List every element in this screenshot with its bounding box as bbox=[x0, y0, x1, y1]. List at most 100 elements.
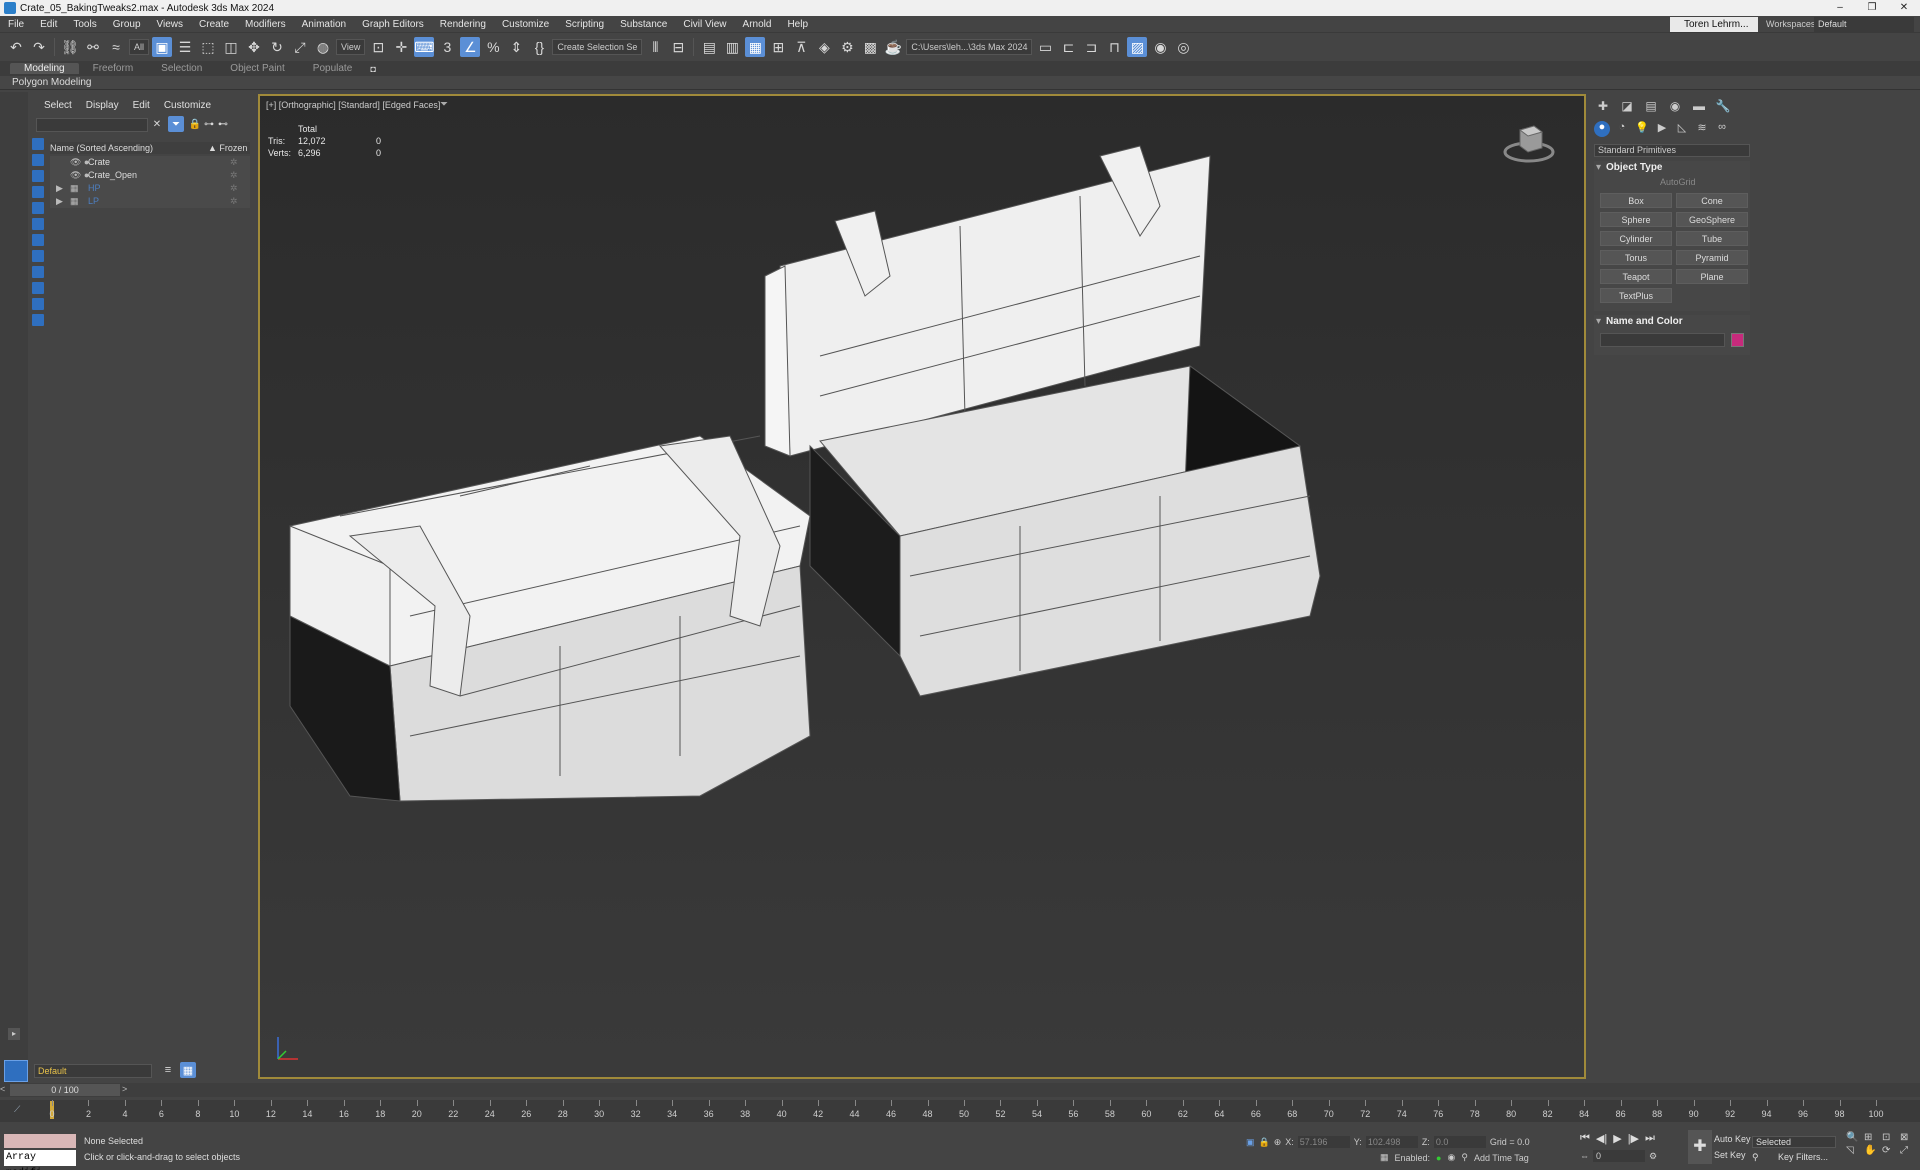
group-icon[interactable]: ▦ bbox=[70, 195, 79, 208]
display-frozen-icon[interactable] bbox=[32, 314, 44, 326]
frozen-toggle-icon[interactable]: ✲ bbox=[230, 156, 238, 169]
ribbon-tab-object-paint[interactable]: Object Paint bbox=[216, 63, 298, 74]
key-filters-button[interactable]: Key Filters... bbox=[1778, 1152, 1828, 1162]
primitive-category-dropdown[interactable]: Standard Primitives bbox=[1594, 144, 1750, 157]
pan-icon[interactable]: ✋ bbox=[1864, 1145, 1880, 1156]
next-frame-icon[interactable]: |▶ bbox=[1628, 1132, 1639, 1145]
menu-file[interactable]: File bbox=[0, 19, 32, 30]
menu-substance[interactable]: Substance bbox=[612, 19, 675, 30]
explorer-menu-select[interactable]: Select bbox=[44, 100, 72, 111]
zoom-icon[interactable]: 🔍 bbox=[1846, 1132, 1862, 1143]
redo-icon[interactable]: ↷ bbox=[29, 37, 49, 57]
plane-button[interactable]: Plane bbox=[1676, 269, 1748, 284]
menu-views[interactable]: Views bbox=[149, 19, 192, 30]
rectangular-selection-icon[interactable]: ⬚ bbox=[198, 37, 218, 57]
go-to-start-icon[interactable]: ⏮ bbox=[1580, 1132, 1590, 1145]
enabled-indicator-icon[interactable]: ● bbox=[1436, 1153, 1441, 1163]
snaps-toggle-icon[interactable]: 3 bbox=[437, 37, 457, 57]
zoom-extents-all-icon[interactable]: ⊠ bbox=[1900, 1132, 1916, 1143]
project-path-dropdown[interactable]: C:\Users\leh...\3ds Max 2024 bbox=[906, 39, 1033, 55]
perspective-viewport[interactable]: [+] [Orthographic] [Standard] [Edged Fac… bbox=[258, 94, 1586, 1079]
bind-space-warp-icon[interactable]: ≈ bbox=[106, 37, 126, 57]
cone-button[interactable]: Cone bbox=[1676, 193, 1748, 208]
render-production-icon[interactable]: ☕ bbox=[883, 37, 903, 57]
menu-create[interactable]: Create bbox=[191, 19, 237, 30]
zoom-extents-icon[interactable]: ⊡ bbox=[1882, 1132, 1898, 1143]
key-filters-icon[interactable]: ⚲ bbox=[1752, 1152, 1759, 1163]
layer-dropdown[interactable]: Default bbox=[34, 1064, 152, 1078]
maximize-viewport-icon[interactable]: ⤢ bbox=[1900, 1145, 1916, 1156]
expand-arrow-icon[interactable]: ▶ bbox=[56, 182, 63, 195]
viewport-layout-icon[interactable]: ▨ bbox=[1127, 37, 1148, 57]
go-to-end-icon[interactable]: ⏭ bbox=[1645, 1132, 1655, 1145]
crosshair-icon[interactable]: ✛ bbox=[391, 37, 411, 57]
rendered-frame-window-icon[interactable]: ▩ bbox=[860, 37, 880, 57]
object-type-title[interactable]: Object Type bbox=[1594, 161, 1750, 175]
x-coord-field[interactable]: 57.196 bbox=[1297, 1136, 1350, 1148]
explorer-menu-edit[interactable]: Edit bbox=[133, 100, 150, 111]
named-selection-dropdown[interactable]: Create Selection Se bbox=[552, 39, 643, 55]
y-coord-field[interactable]: 102.498 bbox=[1365, 1136, 1418, 1148]
modify-tab-icon[interactable]: ◪ bbox=[1618, 99, 1636, 115]
scene-explorer-icon[interactable]: ▤ bbox=[699, 37, 719, 57]
ribbon-polygon-modeling-panel[interactable]: Polygon Modeling bbox=[0, 76, 1920, 90]
orbit-icon[interactable]: ⟳ bbox=[1882, 1145, 1898, 1156]
time-tag-lock-icon[interactable]: ⚲ bbox=[1461, 1152, 1468, 1163]
ribbon-tab-selection[interactable]: Selection bbox=[147, 63, 216, 74]
sphere-button[interactable]: Sphere bbox=[1600, 212, 1672, 227]
maxscript-mini-listener[interactable]: Array modifi bbox=[4, 1150, 76, 1170]
menu-animation[interactable]: Animation bbox=[294, 19, 354, 30]
explorer-row[interactable]: ▶ ▦ LP ✲ bbox=[50, 195, 250, 208]
menu-civil-view[interactable]: Civil View bbox=[675, 19, 734, 30]
visibility-eye-icon[interactable]: 👁 ● bbox=[70, 156, 89, 169]
isolate-selection-icon[interactable]: ▣ bbox=[1246, 1137, 1255, 1148]
set-key-button[interactable]: Set Key bbox=[1714, 1150, 1746, 1160]
lock-selection-icon[interactable]: 🔒 bbox=[1259, 1137, 1270, 1148]
edit-named-selection-icon[interactable]: {} bbox=[529, 37, 549, 57]
curve-editor-icon[interactable]: ⊞ bbox=[768, 37, 788, 57]
column-frozen-header[interactable]: ▲ Frozen bbox=[208, 142, 247, 154]
close-button[interactable]: ✕ bbox=[1888, 0, 1920, 16]
arnold-render-icon[interactable]: ◉ bbox=[1150, 37, 1170, 57]
display-shapes-icon[interactable] bbox=[32, 154, 44, 166]
menu-help[interactable]: Help bbox=[779, 19, 816, 30]
lock-icon[interactable]: 🔒 bbox=[188, 116, 202, 132]
mini-curve-editor-icon[interactable]: ⟋ bbox=[14, 1104, 20, 1115]
set-key-plus-icon[interactable]: ✚ bbox=[1688, 1130, 1712, 1164]
filter-icon[interactable]: ⏷ bbox=[168, 116, 184, 132]
display-cameras-icon[interactable] bbox=[32, 186, 44, 198]
menu-rendering[interactable]: Rendering bbox=[432, 19, 494, 30]
expand-panel-icon[interactable]: ▸ bbox=[8, 1028, 20, 1040]
object-name-input[interactable] bbox=[1600, 333, 1725, 347]
explorer-row[interactable]: 👁 ● Crate_Open ✲ bbox=[50, 169, 250, 182]
undo-icon[interactable]: ↶ bbox=[6, 37, 26, 57]
layers-icon[interactable]: ⊷ bbox=[216, 116, 230, 132]
rotate-icon[interactable]: ↻ bbox=[267, 37, 287, 57]
ribbon-options-icon[interactable]: ◘ bbox=[366, 63, 380, 75]
display-geometry-icon[interactable] bbox=[32, 138, 44, 150]
hierarchy-icon[interactable]: ⊶ bbox=[202, 116, 216, 132]
add-time-tag[interactable]: Add Time Tag bbox=[1474, 1153, 1529, 1163]
menu-edit[interactable]: Edit bbox=[32, 19, 65, 30]
keyboard-shortcut-toggle-icon[interactable]: ⌨ bbox=[414, 37, 434, 57]
display-tab-icon[interactable]: ▬ bbox=[1690, 99, 1708, 115]
select-by-name-icon[interactable]: ☰ bbox=[175, 37, 195, 57]
utilities-tab-icon[interactable]: 🔧 bbox=[1714, 99, 1732, 115]
scene-explorer-toggle-icon[interactable] bbox=[4, 1060, 28, 1082]
explorer-row[interactable]: ▶ ▦ HP ✲ bbox=[50, 182, 250, 195]
play-icon[interactable]: ▶ bbox=[1613, 1132, 1621, 1145]
time-next-icon[interactable]: > bbox=[122, 1084, 127, 1094]
percent-snap-icon[interactable]: % bbox=[483, 37, 503, 57]
minimize-button[interactable]: – bbox=[1824, 0, 1856, 16]
pyramid-button[interactable]: Pyramid bbox=[1676, 250, 1748, 265]
shapes-icon[interactable]: ◔ bbox=[1614, 121, 1630, 137]
mirror-icon[interactable]: ⫴ bbox=[645, 37, 665, 57]
scale-icon[interactable]: ⤢ bbox=[290, 37, 310, 57]
angle-snap-icon[interactable]: ∠ bbox=[460, 37, 481, 57]
frozen-toggle-icon[interactable]: ✲ bbox=[230, 169, 238, 182]
display-helpers-icon[interactable] bbox=[32, 202, 44, 214]
display-xrefs-icon[interactable] bbox=[32, 250, 44, 262]
display-bones-icon[interactable] bbox=[32, 266, 44, 278]
placement-icon[interactable]: ◍ bbox=[313, 37, 333, 57]
name-and-color-title[interactable]: Name and Color bbox=[1594, 315, 1750, 329]
